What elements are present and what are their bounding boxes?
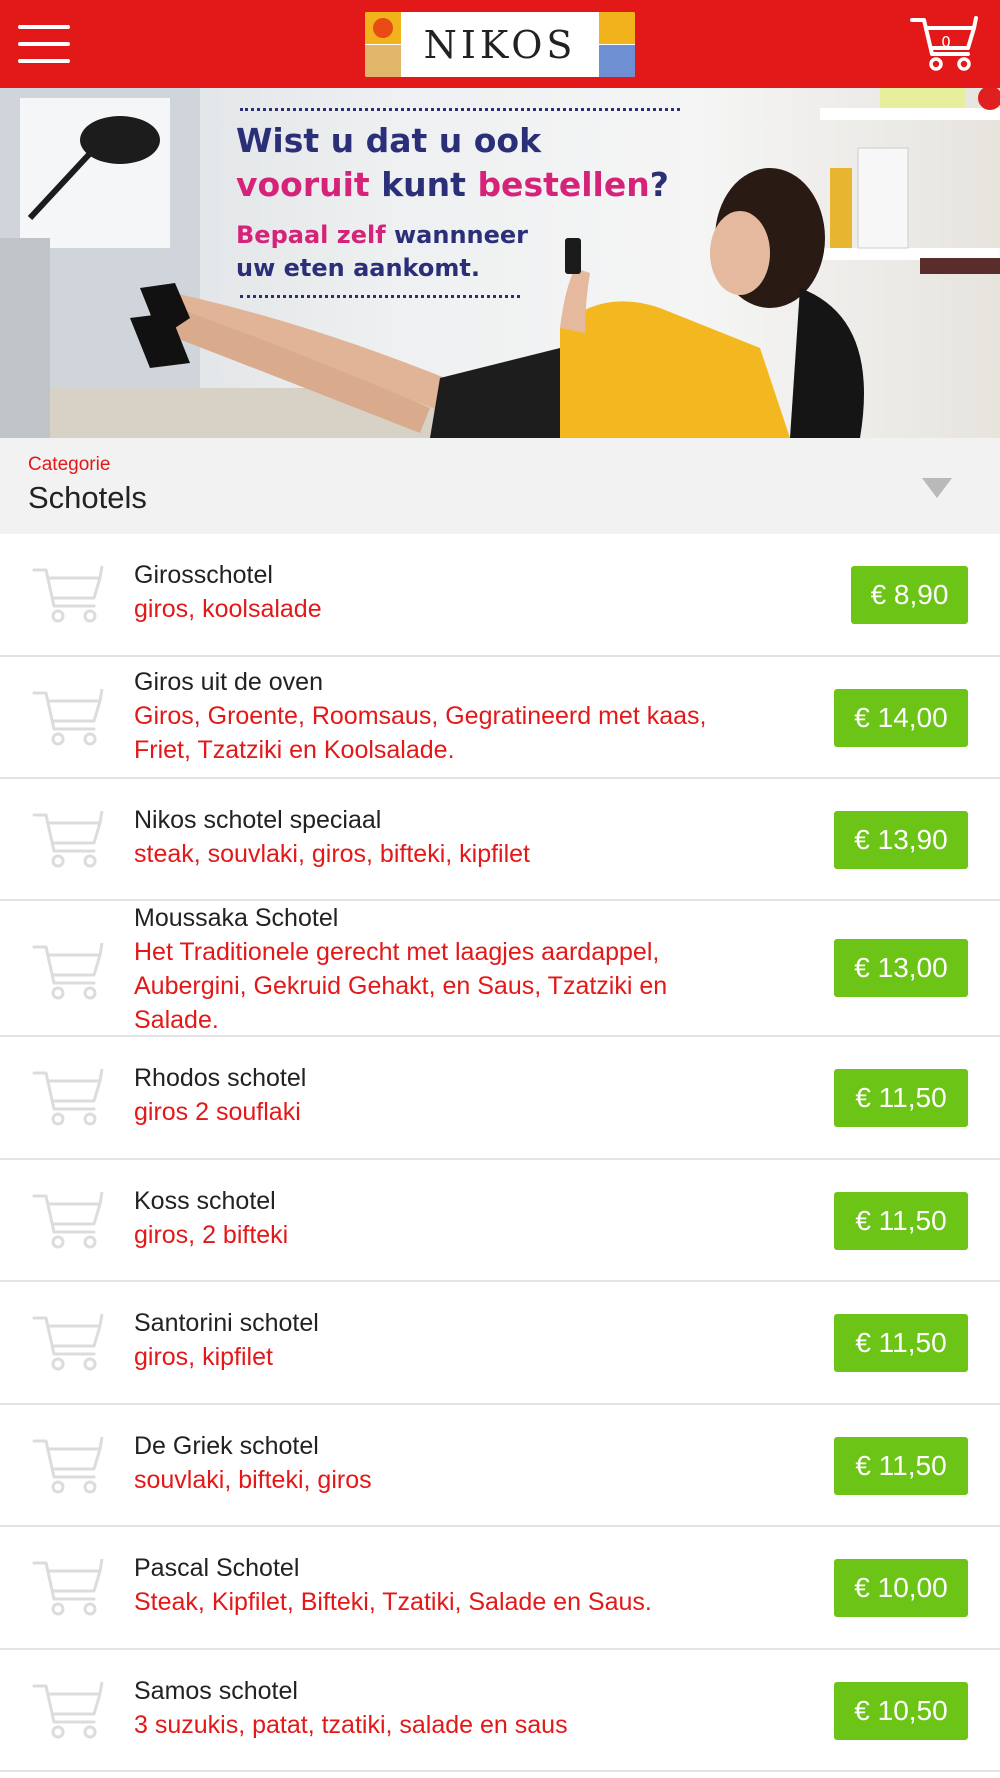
cart-count: 0 — [941, 33, 951, 51]
product-description: Steak, Kipfilet, Bifteki, Tzatiki, Salad… — [134, 1588, 652, 1616]
app-header: NIKOS 0 — [0, 0, 1000, 88]
product-row[interactable]: Girosschotel giros, koolsalade € 8,90 — [0, 534, 1000, 657]
add-to-cart-icon[interactable] — [30, 805, 106, 871]
product-row[interactable]: Giros uit de oven Giros, Groente, Roomsa… — [0, 657, 1000, 779]
product-name: Rhodos schotel — [134, 1064, 307, 1092]
product-description: giros, koolsalade — [134, 595, 322, 623]
product-name: Giros uit de oven — [134, 668, 323, 696]
product-row[interactable]: Pascal Schotel Steak, Kipfilet, Bifteki,… — [0, 1527, 1000, 1650]
banner-line2-end: ? — [649, 165, 669, 204]
product-name: Pascal Schotel — [134, 1554, 300, 1582]
price-button[interactable]: € 10,50 — [834, 1682, 968, 1740]
product-info: Nikos schotel speciaal steak, souvlaki, … — [134, 803, 734, 871]
banner-line2-a: vooruit — [236, 165, 370, 204]
product-info: Pascal Schotel Steak, Kipfilet, Bifteki,… — [134, 1551, 734, 1619]
price-button[interactable]: € 13,00 — [834, 939, 968, 997]
banner-headline: Wist u dat u ook vooruit kunt bestellen? — [236, 119, 696, 207]
banner-sub1-b: wannneer — [394, 221, 529, 249]
add-to-cart-icon[interactable] — [30, 683, 106, 749]
category-select[interactable]: Categorie Schotels — [0, 438, 1000, 534]
banner-text: Wist u dat u ook vooruit kunt bestellen?… — [236, 108, 696, 298]
product-row[interactable]: Samos schotel 3 suzukis, patat, tzatiki,… — [0, 1650, 1000, 1772]
add-to-cart-icon[interactable] — [30, 1186, 106, 1252]
banner-sub2: uw eten aankomt. — [236, 254, 480, 282]
product-info: Girosschotel giros, koolsalade — [134, 558, 734, 626]
product-row[interactable]: Moussaka Schotel Het Traditionele gerech… — [0, 901, 1000, 1037]
banner-line2-b: kunt — [381, 165, 466, 204]
product-description: souvlaki, bifteki, giros — [134, 1466, 372, 1494]
price-button[interactable]: € 11,50 — [834, 1437, 968, 1495]
banner-divider-top — [240, 108, 680, 111]
add-to-cart-icon[interactable] — [30, 1063, 106, 1129]
product-description: giros, 2 bifteki — [134, 1221, 289, 1249]
product-description: 3 suzukis, patat, tzatiki, salade en sau… — [134, 1711, 568, 1739]
product-info: Samos schotel 3 suzukis, patat, tzatiki,… — [134, 1674, 734, 1742]
nikos-logo[interactable]: NIKOS — [365, 12, 635, 77]
category-value: Schotels — [28, 480, 147, 515]
price-button[interactable]: € 14,00 — [834, 689, 968, 747]
product-row[interactable]: De Griek schotel souvlaki, bifteki, giro… — [0, 1405, 1000, 1527]
price-button[interactable]: € 11,50 — [834, 1069, 968, 1127]
product-row[interactable]: Rhodos schotel giros 2 souflaki € 11,50 — [0, 1037, 1000, 1160]
add-to-cart-icon[interactable] — [30, 1308, 106, 1374]
price-button[interactable]: € 11,50 — [834, 1314, 968, 1372]
product-description: giros 2 souflaki — [134, 1098, 301, 1126]
product-row[interactable]: Koss schotel giros, 2 bifteki € 11,50 — [0, 1160, 1000, 1282]
product-info: Koss schotel giros, 2 bifteki — [134, 1184, 734, 1252]
add-to-cart-icon[interactable] — [30, 1553, 106, 1619]
product-name: De Griek schotel — [134, 1432, 319, 1460]
product-description: Giros, Groente, Roomsaus, Gegratineerd m… — [134, 702, 707, 764]
product-row[interactable]: Nikos schotel speciaal steak, souvlaki, … — [0, 779, 1000, 901]
price-button[interactable]: € 13,90 — [834, 811, 968, 869]
product-info: De Griek schotel souvlaki, bifteki, giro… — [134, 1429, 734, 1497]
product-description: Het Traditionele gerecht met laagjes aar… — [134, 938, 668, 1034]
product-description: steak, souvlaki, giros, bifteki, kipfile… — [134, 840, 530, 868]
product-row[interactable]: Santorini schotel giros, kipfilet € 11,5… — [0, 1282, 1000, 1405]
category-label: Categorie — [28, 454, 111, 475]
promo-banner[interactable]: Wist u dat u ook vooruit kunt bestellen?… — [0, 88, 1000, 438]
product-name: Moussaka Schotel — [134, 904, 339, 932]
product-info: Rhodos schotel giros 2 souflaki — [134, 1061, 734, 1129]
price-button[interactable]: € 8,90 — [851, 566, 968, 624]
product-name: Girosschotel — [134, 561, 273, 589]
cart-button[interactable]: 0 — [910, 14, 978, 74]
product-name: Nikos schotel speciaal — [134, 806, 382, 834]
banner-sub1-a: Bepaal zelf — [236, 221, 386, 249]
logo-text: NIKOS — [423, 22, 577, 67]
add-to-cart-icon[interactable] — [30, 1676, 106, 1742]
dropdown-arrow-icon — [922, 478, 952, 498]
product-description: giros, kipfilet — [134, 1343, 273, 1371]
banner-line2-c: bestellen — [477, 165, 650, 204]
banner-line1: Wist u dat u ook — [236, 121, 542, 160]
product-info: Moussaka Schotel Het Traditionele gerech… — [134, 901, 734, 1037]
product-info: Giros uit de oven Giros, Groente, Roomsa… — [134, 665, 734, 767]
price-button[interactable]: € 11,50 — [834, 1192, 968, 1250]
add-to-cart-icon[interactable] — [30, 560, 106, 626]
product-list: Girosschotel giros, koolsalade € 8,90 Gi… — [0, 534, 1000, 1772]
product-info: Santorini schotel giros, kipfilet — [134, 1306, 734, 1374]
product-name: Koss schotel — [134, 1187, 276, 1215]
product-name: Santorini schotel — [134, 1309, 319, 1337]
menu-icon[interactable] — [18, 25, 70, 63]
product-name: Samos schotel — [134, 1677, 298, 1705]
banner-divider-bottom — [240, 295, 520, 298]
add-to-cart-icon[interactable] — [30, 937, 106, 1003]
price-button[interactable]: € 10,00 — [834, 1559, 968, 1617]
add-to-cart-icon[interactable] — [30, 1431, 106, 1497]
banner-subline: Bepaal zelf wannneer uw eten aankomt. — [236, 219, 696, 285]
